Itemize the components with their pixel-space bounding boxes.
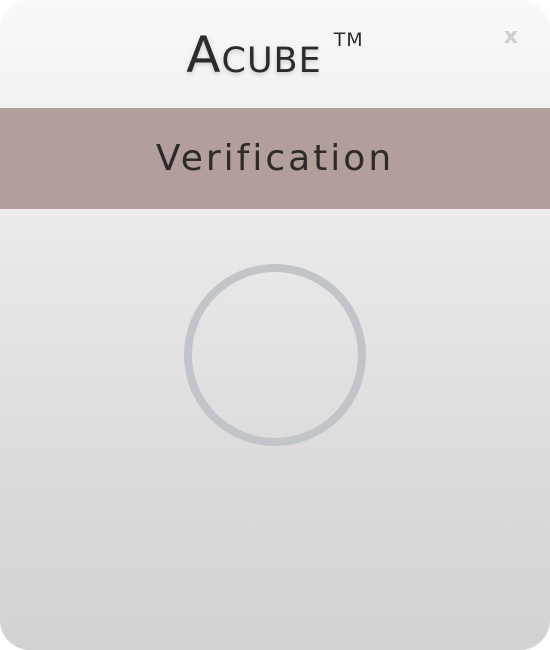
trademark-mark: TM (333, 29, 364, 51)
close-button[interactable]: x (500, 24, 522, 50)
section-title: Verification (155, 138, 395, 179)
verification-window: Acube TM x Verification (0, 0, 550, 650)
section-banner: Verification (0, 108, 550, 209)
loading-ring-track (184, 264, 366, 446)
brand-name: Acube (186, 26, 322, 84)
loading-ring-icon (184, 264, 366, 446)
brand-logo: Acube TM (0, 26, 550, 84)
title-bar: Acube TM x (0, 0, 550, 108)
